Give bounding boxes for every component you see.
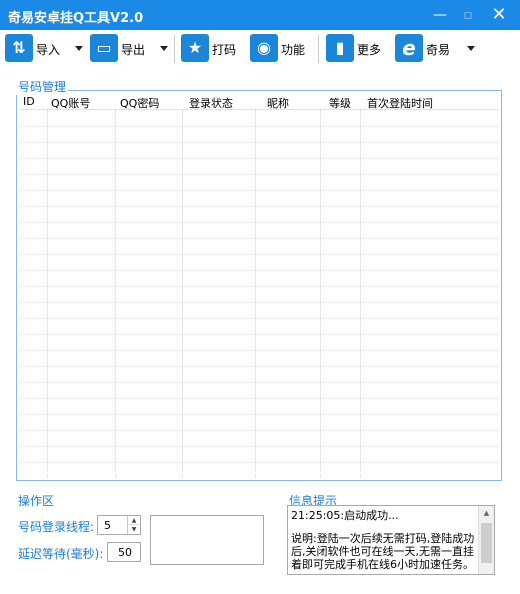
minimize-button[interactable]: — <box>425 0 455 30</box>
grid-column-line <box>47 110 48 478</box>
grid-row-line <box>19 238 499 239</box>
grid-row-line <box>19 446 499 447</box>
qiyi-button[interactable]: e 奇易 <box>395 34 455 64</box>
login-threads-value: 5 <box>104 519 111 532</box>
grid-row-line <box>19 318 499 319</box>
function-button[interactable]: ◉ 功能 <box>250 34 310 64</box>
delay-wait-input[interactable]: 50 <box>107 542 141 562</box>
delay-wait-label: 延迟等待(毫秒): <box>18 547 104 561</box>
bar-chart-icon: ▮ <box>326 34 354 62</box>
grid-row-line <box>19 222 499 223</box>
column-nickname[interactable]: 昵称 <box>267 95 289 111</box>
export-label: 导出 <box>121 43 146 57</box>
export-button[interactable]: ▭ 导出 <box>90 34 145 64</box>
login-threads-label: 号码登录线程: <box>18 520 95 534</box>
spinner-down-arrow-icon[interactable]: ▼ <box>128 525 140 534</box>
operation-text-area[interactable] <box>150 515 264 565</box>
grid-row-line <box>19 190 499 191</box>
column-level[interactable]: 等级 <box>329 95 351 111</box>
grid-row-line <box>19 126 499 127</box>
account-list[interactable]: ID QQ账号 QQ密码 登录状态 昵称 等级 首次登陆时间 <box>19 92 499 478</box>
grid-row-line <box>19 174 499 175</box>
close-button[interactable]: ✕ <box>484 0 514 30</box>
import-icon: ⇅ <box>5 34 33 62</box>
scroll-up-arrow-icon[interactable]: ▲ <box>479 506 494 521</box>
grid-row-line <box>19 254 499 255</box>
list-header: ID QQ账号 QQ密码 登录状态 昵称 等级 首次登陆时间 <box>19 92 499 110</box>
more-label: 更多 <box>357 43 382 57</box>
grid-column-line <box>115 110 116 478</box>
function-label: 功能 <box>281 43 306 57</box>
export-dropdown-arrow[interactable] <box>160 46 168 51</box>
login-threads-spinner[interactable]: 5 ▲ ▼ <box>97 515 141 535</box>
qiyi-label: 奇易 <box>426 43 451 57</box>
grid-row-line <box>19 270 499 271</box>
column-qq-account[interactable]: QQ账号 <box>51 95 90 111</box>
grid-row-line <box>19 398 499 399</box>
maximize-button[interactable]: ▫ <box>453 0 483 30</box>
grid-column-line <box>320 110 321 478</box>
toolbar-separator <box>174 35 175 63</box>
grid-column-line <box>360 110 361 478</box>
grid-row-line <box>19 366 499 367</box>
grid-row-line <box>19 334 499 335</box>
scroll-thumb[interactable] <box>481 523 492 563</box>
spinner-up-arrow-icon[interactable]: ▲ <box>128 516 140 525</box>
grid-column-line <box>255 110 256 478</box>
column-id[interactable]: ID <box>23 95 35 108</box>
log-line: 21:25:05:启动成功... <box>291 509 399 522</box>
grid-row-line <box>19 142 499 143</box>
grid-column-line <box>182 110 183 478</box>
grid-row-line <box>19 382 499 383</box>
export-icon: ▭ <box>90 34 118 62</box>
column-first-login-time[interactable]: 首次登陆时间 <box>367 95 433 111</box>
grid-row-line <box>19 302 499 303</box>
function-icon: ◉ <box>250 34 278 62</box>
toolbar-separator <box>318 35 319 63</box>
qiyi-dropdown-arrow[interactable] <box>467 46 475 51</box>
toolbar: ⇅ 导入 ▭ 导出 ★ 打码 ◉ 功能 ▮ 更多 e 奇易 <box>0 30 520 68</box>
operation-area-title: 操作区 <box>16 492 57 509</box>
grid-row-line <box>19 430 499 431</box>
browser-icon: e <box>395 34 423 62</box>
info-description: 说明:登陆一次后续无需打码,登陆成功后,关闭软件也可在线一天,无需一直挂着即可完… <box>291 532 475 571</box>
grid-row-line <box>19 206 499 207</box>
import-label: 导入 <box>36 43 61 57</box>
title-bar[interactable]: 奇易安卓挂Q工具V2.0 — ▫ ✕ <box>0 0 520 30</box>
import-button[interactable]: ⇅ 导入 <box>5 34 60 64</box>
grid-row-line <box>19 286 499 287</box>
import-dropdown-arrow[interactable] <box>75 46 83 51</box>
info-scrollbar[interactable]: ▲ <box>478 506 494 574</box>
column-login-status[interactable]: 登录状态 <box>189 95 233 111</box>
column-qq-password[interactable]: QQ密码 <box>120 95 159 111</box>
more-button[interactable]: ▮ 更多 <box>326 34 386 64</box>
star-icon: ★ <box>181 34 209 62</box>
window-title: 奇易安卓挂Q工具V2.0 <box>8 11 144 26</box>
grid-row-line <box>19 462 499 463</box>
grid-row-line <box>19 350 499 351</box>
captcha-button[interactable]: ★ 打码 <box>181 34 241 64</box>
grid-row-line <box>19 158 499 159</box>
spinner-buttons: ▲ ▼ <box>127 516 140 534</box>
captcha-label: 打码 <box>212 43 237 57</box>
grid-row-line <box>19 414 499 415</box>
info-log-box[interactable]: 21:25:05:启动成功... 说明:登陆一次后续无需打码,登陆成功后,关闭软… <box>287 505 495 575</box>
